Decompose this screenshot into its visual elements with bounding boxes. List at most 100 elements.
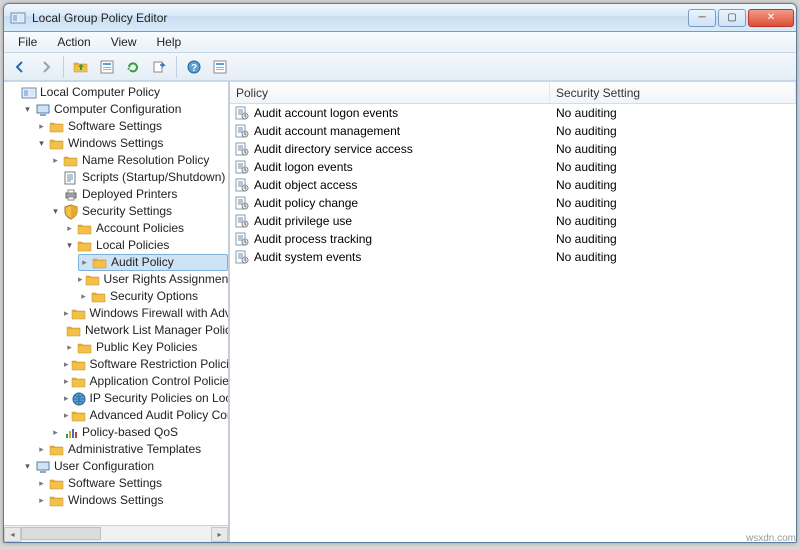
tree-root[interactable]: Local Computer Policy	[8, 84, 228, 101]
maximize-button[interactable]: ▢	[718, 9, 746, 27]
tree-windows-firewall[interactable]: Windows Firewall with Advanced Security	[64, 305, 228, 322]
tree-advanced-audit[interactable]: Advanced Audit Policy Configuration	[64, 407, 228, 424]
tree-pane: Local Computer Policy Computer Configura…	[4, 82, 230, 542]
folder-icon	[49, 119, 65, 135]
mmc-icon	[21, 85, 37, 101]
policy-icon	[234, 159, 250, 175]
policy-icon	[234, 141, 250, 157]
policy-name: Audit system events	[254, 250, 361, 264]
toolbar-separator	[176, 56, 177, 78]
folder-icon	[71, 357, 87, 373]
column-header-policy[interactable]: Policy	[230, 82, 550, 103]
tree-computer-config[interactable]: Computer Configuration	[22, 101, 228, 118]
tree-app-control[interactable]: Application Control Policies	[64, 373, 228, 390]
refresh-button[interactable]	[121, 56, 145, 78]
tree-account-policies[interactable]: Account Policies	[64, 220, 228, 237]
policy-icon	[234, 213, 250, 229]
security-setting: No auditing	[550, 124, 796, 138]
list-row[interactable]: Audit object accessNo auditing	[230, 176, 796, 194]
policy-icon	[234, 177, 250, 193]
tree-audit-policy[interactable]: Audit Policy	[78, 254, 228, 271]
list-row[interactable]: Audit directory service accessNo auditin…	[230, 140, 796, 158]
properties-icon	[99, 59, 115, 75]
folder-icon	[85, 272, 101, 288]
policy-icon	[234, 195, 250, 211]
menu-help[interactable]: Help	[147, 33, 192, 51]
policy-name: Audit directory service access	[254, 142, 413, 156]
tree-admin-templates[interactable]: Administrative Templates	[36, 441, 228, 458]
scroll-thumb[interactable]	[21, 527, 101, 540]
back-button[interactable]	[8, 56, 32, 78]
folder-icon	[66, 323, 82, 339]
list-body[interactable]: Audit account logon eventsNo auditingAud…	[230, 104, 796, 542]
policy-name: Audit logon events	[254, 160, 353, 174]
tree-uc-software[interactable]: Software Settings	[36, 475, 228, 492]
menu-view[interactable]: View	[101, 33, 147, 51]
tree-security-settings[interactable]: Security Settings	[50, 203, 228, 220]
folder-icon	[77, 221, 93, 237]
scroll-right-button[interactable]: ▸	[211, 527, 228, 542]
forward-button[interactable]	[34, 56, 58, 78]
folder-icon	[49, 493, 65, 509]
qos-icon	[63, 425, 79, 441]
list-row[interactable]: Audit account logon eventsNo auditing	[230, 104, 796, 122]
column-header-security[interactable]: Security Setting	[550, 82, 796, 103]
printer-icon	[63, 187, 79, 203]
menu-action[interactable]: Action	[47, 33, 100, 51]
list-row[interactable]: Audit process tracking No auditing	[230, 230, 796, 248]
list-row[interactable]: Audit system eventsNo auditing	[230, 248, 796, 266]
list-row[interactable]: Audit policy changeNo auditing	[230, 194, 796, 212]
tree-policy-qos[interactable]: Policy-based QoS	[50, 424, 228, 441]
menu-file[interactable]: File	[8, 33, 47, 51]
folder-icon	[49, 476, 65, 492]
folder-icon	[49, 442, 65, 458]
tree-ip-security[interactable]: IP Security Policies on Local Computer	[64, 390, 228, 407]
scroll-left-button[interactable]: ◂	[4, 527, 21, 542]
close-button[interactable]: ✕	[748, 9, 794, 27]
show-hide-button[interactable]	[208, 56, 232, 78]
help-button[interactable]	[182, 56, 206, 78]
folder-up-icon	[73, 59, 89, 75]
properties-button[interactable]	[95, 56, 119, 78]
scroll-track[interactable]	[21, 527, 211, 542]
policy-name: Audit privilege use	[254, 214, 352, 228]
app-window: Local Group Policy Editor ─ ▢ ✕ File Act…	[3, 3, 797, 543]
titlebar[interactable]: Local Group Policy Editor ─ ▢ ✕	[4, 4, 796, 32]
tree-software-restriction[interactable]: Software Restriction Policies	[64, 356, 228, 373]
folder-icon	[92, 255, 108, 271]
minimize-button[interactable]: ─	[688, 9, 716, 27]
menubar: File Action View Help	[4, 32, 796, 53]
toolbar-separator	[63, 56, 64, 78]
security-setting: No auditing	[550, 232, 796, 246]
policy-name: Audit object access	[254, 178, 357, 192]
tree-local-policies[interactable]: Local Policies	[64, 237, 228, 254]
tree-user-config[interactable]: User Configuration	[22, 458, 228, 475]
tree-cc-windows[interactable]: Windows Settings	[36, 135, 228, 152]
up-button[interactable]	[69, 56, 93, 78]
tree-user-rights[interactable]: User Rights Assignment	[78, 271, 228, 288]
tree-horizontal-scrollbar[interactable]: ◂ ▸	[4, 525, 228, 542]
tree-name-resolution[interactable]: Name Resolution Policy	[50, 152, 228, 169]
tree-cc-software[interactable]: Software Settings	[36, 118, 228, 135]
tree-deployed-printers[interactable]: Deployed Printers	[50, 186, 228, 203]
tree-scripts[interactable]: Scripts (Startup/Shutdown)	[50, 169, 228, 186]
list-row[interactable]: Audit logon eventsNo auditing	[230, 158, 796, 176]
list-row[interactable]: Audit privilege useNo auditing	[230, 212, 796, 230]
folder-icon	[77, 238, 93, 254]
export-button[interactable]	[147, 56, 171, 78]
policy-icon	[234, 105, 250, 121]
shield-icon	[63, 204, 79, 220]
tree-network-list[interactable]: Network List Manager Policies	[64, 322, 228, 339]
policy-tree[interactable]: Local Computer Policy Computer Configura…	[4, 82, 228, 525]
list-header: Policy Security Setting	[230, 82, 796, 104]
content-area: Local Computer Policy Computer Configura…	[4, 81, 796, 542]
tree-security-options[interactable]: Security Options	[78, 288, 228, 305]
app-icon	[10, 10, 26, 26]
policy-name: Audit process tracking	[254, 232, 372, 246]
policy-name: Audit account logon events	[254, 106, 398, 120]
list-row[interactable]: Audit account managementNo auditing	[230, 122, 796, 140]
folder-icon	[91, 289, 107, 305]
toolbar	[4, 53, 796, 81]
tree-public-key[interactable]: Public Key Policies	[64, 339, 228, 356]
tree-uc-windows[interactable]: Windows Settings	[36, 492, 228, 509]
